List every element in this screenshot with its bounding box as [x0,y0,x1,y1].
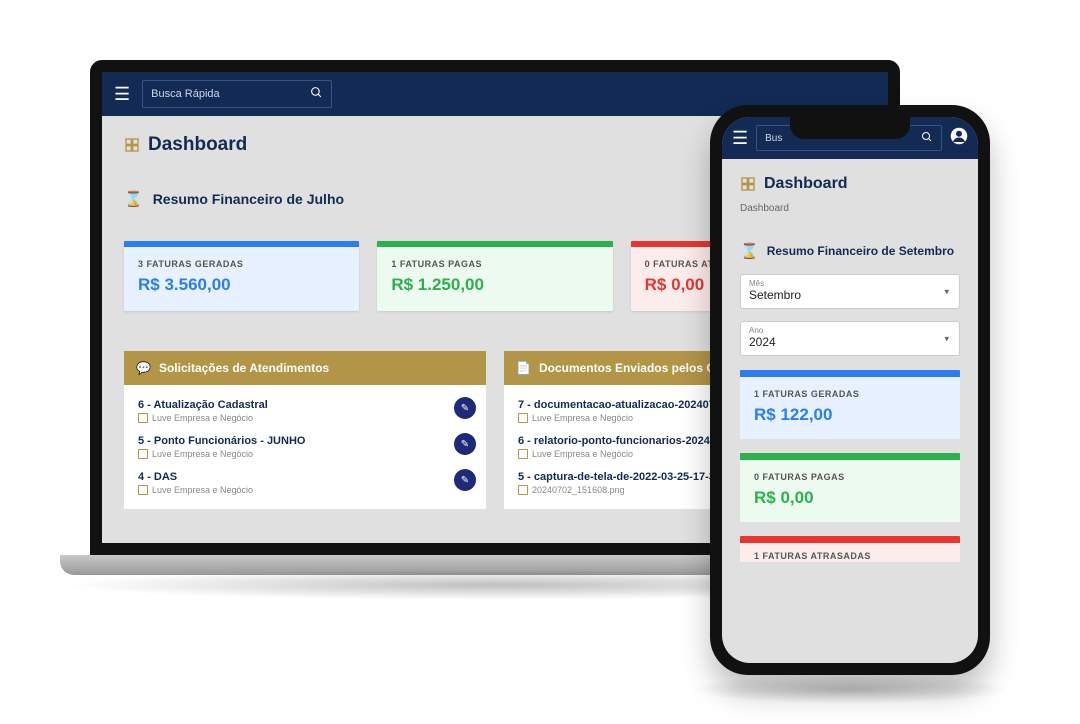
mobile-summary-title: ⌛ Resumo Financeiro de Setembro [740,242,960,260]
select-label: Mês [749,279,951,288]
card-amount: R$ 1.250,00 [391,275,598,295]
item-title: 4 - DAS [138,471,472,483]
mobile-card-paid[interactable]: 0 FATURAS PAGAS R$ 0,00 [740,453,960,522]
user-icon[interactable] [950,127,968,150]
item-sub: Luve Empresa e Negócio [138,413,472,423]
panel-header: 💬 Solicitações de Atendimentos [124,351,486,385]
edit-button[interactable]: ✎ [454,397,476,419]
search-icon[interactable] [921,131,933,146]
item-sub: Luve Empresa e Negócio [138,485,472,495]
mobile-card-generated[interactable]: 1 FATURAS GERADAS R$ 122,00 [740,370,960,439]
edit-button[interactable]: ✎ [454,433,476,455]
item-title: 5 - Ponto Funcionários - JUNHO [138,435,472,447]
mobile-page-title: Dashboard [740,175,960,193]
select-value: Setembro [749,288,951,302]
mobile-summary-text: Resumo Financeiro de Setembro [767,244,954,258]
mobile-page-title-text: Dashboard [764,175,848,193]
list-item[interactable]: 4 - DAS Luve Empresa e Negócio ✎ [138,465,472,501]
search-icon[interactable] [310,86,323,102]
menu-icon[interactable]: ☰ [114,84,130,105]
mobile-year-select[interactable]: Ano 2024 ▾ [740,321,960,356]
phone-screen: ☰ Bus Dashboard Dashboard ⌛ Resumo [722,117,978,663]
chat-icon: 💬 [136,361,151,375]
card-paid[interactable]: 1 FATURAS PAGAS R$ 1.250,00 [377,241,612,311]
search-input[interactable] [151,88,310,100]
card-generated[interactable]: 3 FATURAS GERADAS R$ 3.560,00 [124,241,359,311]
summary-title-text: Resumo Financeiro de Julho [153,191,344,207]
phone-shadow [690,674,1010,704]
hourglass-icon: ⌛ [124,190,143,208]
panel-body: 6 - Atualização Cadastral Luve Empresa e… [124,385,486,509]
select-label: Ano [749,326,951,335]
document-icon: 📄 [516,361,531,375]
card-amount: R$ 122,00 [754,405,946,425]
list-item[interactable]: 6 - Atualização Cadastral Luve Empresa e… [138,393,472,429]
mobile-page: Dashboard Dashboard ⌛ Resumo Financeiro … [722,159,978,578]
card-caption: 1 FATURAS ATRASADAS [754,551,946,561]
hourglass-icon: ⌛ [740,242,759,260]
panel-title: Solicitações de Atendimentos [159,361,329,375]
card-amount: R$ 0,00 [754,488,946,508]
list-item[interactable]: 5 - Ponto Funcionários - JUNHO Luve Empr… [138,429,472,465]
chevron-down-icon: ▾ [944,333,949,344]
item-sub: Luve Empresa e Negócio [138,449,472,459]
mobile-month-select[interactable]: Mês Setembro ▾ [740,274,960,309]
item-title: 6 - Atualização Cadastral [138,399,472,411]
dashboard-icon [740,176,756,192]
summary-title: ⌛ Resumo Financeiro de Julho [124,190,344,208]
menu-icon[interactable]: ☰ [732,128,748,149]
card-caption: 1 FATURAS PAGAS [391,259,598,269]
phone-notch [790,117,910,139]
phone-device: ☰ Bus Dashboard Dashboard ⌛ Resumo [710,105,990,675]
card-amount: R$ 3.560,00 [138,275,345,295]
select-value: 2024 [749,335,951,349]
card-caption: 3 FATURAS GERADAS [138,259,345,269]
panel-requests: 💬 Solicitações de Atendimentos 6 - Atual… [124,351,486,509]
page-title-text: Dashboard [148,134,247,156]
card-caption: 0 FATURAS PAGAS [754,472,946,482]
search-input-wrap[interactable] [142,80,332,108]
edit-button[interactable]: ✎ [454,469,476,491]
chevron-down-icon: ▾ [944,286,949,297]
breadcrumb: Dashboard [740,203,960,214]
dashboard-icon [124,137,140,153]
mobile-card-late[interactable]: 1 FATURAS ATRASADAS [740,536,960,562]
card-caption: 1 FATURAS GERADAS [754,389,946,399]
